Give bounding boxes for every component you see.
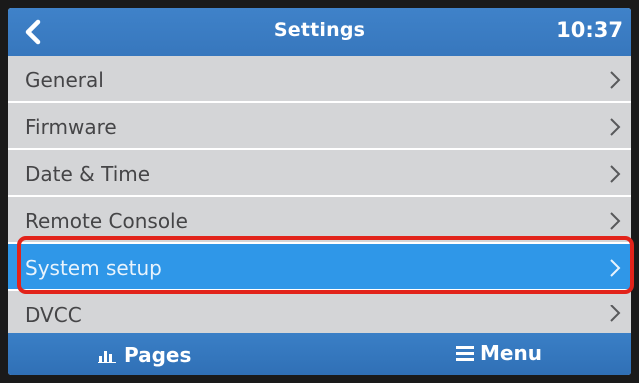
settings-item-label: DVCC xyxy=(25,303,82,327)
chevron-right-icon xyxy=(610,165,621,183)
settings-item-firmware[interactable]: Firmware xyxy=(8,103,631,150)
footer-bar: Pages Menu xyxy=(8,333,631,375)
chevron-right-icon xyxy=(610,212,621,230)
bar-chart-icon xyxy=(98,351,116,363)
settings-item-label: System setup xyxy=(25,256,162,280)
pages-button[interactable]: Pages xyxy=(98,341,191,369)
chevron-right-icon xyxy=(610,71,621,89)
menu-button[interactable]: Menu xyxy=(456,339,542,367)
clock: 10:37 xyxy=(556,18,623,42)
settings-item-date-time[interactable]: Date & Time xyxy=(8,150,631,197)
settings-item-label: Firmware xyxy=(25,115,117,139)
chevron-right-icon xyxy=(610,305,621,322)
hamburger-icon xyxy=(456,346,474,361)
settings-item-label: Remote Console xyxy=(25,209,188,233)
chevron-right-icon xyxy=(610,118,621,136)
page-title: Settings xyxy=(273,19,366,41)
device-screen: Settings 10:37 General Firmware Date & T… xyxy=(8,8,631,375)
settings-item-dvcc[interactable]: DVCC xyxy=(8,291,631,336)
menu-label: Menu xyxy=(480,341,542,365)
settings-item-label: General xyxy=(25,68,104,92)
settings-item-label: Date & Time xyxy=(25,162,151,186)
settings-item-remote-console[interactable]: Remote Console xyxy=(8,197,631,244)
header-bar: Settings 10:37 xyxy=(8,8,631,56)
settings-item-system-setup[interactable]: System setup xyxy=(8,244,631,291)
pages-label: Pages xyxy=(124,343,192,367)
settings-item-general[interactable]: General xyxy=(8,56,631,103)
settings-list: General Firmware Date & Time Remote Cons… xyxy=(8,56,631,336)
chevron-right-icon xyxy=(610,259,621,277)
